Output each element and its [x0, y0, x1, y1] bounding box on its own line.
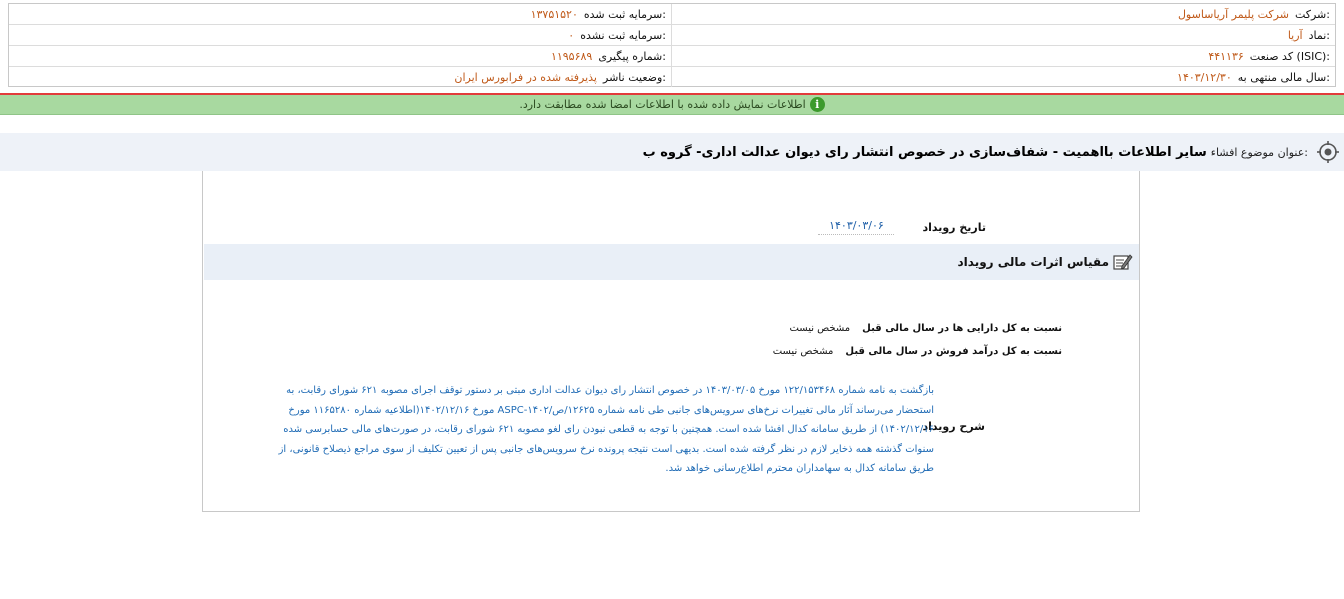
company-label: شرکت: [1294, 7, 1330, 21]
target-icon [1317, 141, 1339, 163]
ratio-revenue-value: مشخص نیست [772, 346, 834, 357]
subject-bar: عنوان موضوع افشاء: سایر اطلاعات بااهمیت … [0, 133, 1344, 171]
registered-capital-label: سرمایه ثبت شده: [583, 7, 666, 21]
tracking-number-label: شماره پیگیری: [598, 49, 666, 63]
fiscal-year-label: سال مالی منتهی به: [1237, 70, 1330, 84]
edit-note-icon [1113, 254, 1133, 270]
info-icon: i [809, 97, 825, 112]
verification-text: اطلاعات نمایش داده شده با اطلاعات امضا ش… [519, 98, 806, 111]
event-date-row: تاریخ رویداد ۱۴۰۳/۰۳/۰۶ [818, 219, 986, 235]
isic-label: کد صنعت (ISIC): [1249, 49, 1330, 63]
event-content-box: تاریخ رویداد ۱۴۰۳/۰۳/۰۶ مقیاس اثرات مالی… [202, 171, 1140, 512]
info-cell-company: شرکت: شرکت پلیمر آریاساسول [671, 4, 1335, 24]
info-cell-isic: کد صنعت (ISIC): ۴۴۱۱۳۶ [671, 46, 1335, 66]
unregistered-capital-value: ۰ [568, 28, 575, 42]
info-cell-registered-capital: سرمایه ثبت شده: ۱۳۷۵۱۵۲۰ [9, 4, 671, 24]
ratio-assets-value: مشخص نیست [789, 323, 851, 334]
info-row-isic: کد صنعت (ISIC): ۴۴۱۱۳۶ شماره پیگیری: ۱۱۹… [9, 46, 1335, 67]
unregistered-capital-label: سرمایه ثبت نشده: [580, 28, 666, 42]
symbol-label: نماد: [1308, 28, 1330, 42]
verification-banner: i اطلاعات نمایش داده شده با اطلاعات امضا… [0, 95, 1344, 115]
publisher-status-value: پذیرفته شده در فرابورس ایران [454, 70, 597, 84]
registered-capital-value: ۱۳۷۵۱۵۲۰ [530, 7, 578, 21]
symbol-value: آریا [1287, 28, 1303, 42]
company-value: شرکت پلیمر آریاساسول [1177, 7, 1289, 21]
section-title: مقیاس اثرات مالی رویداد [957, 255, 1109, 269]
publisher-status-label: وضعیت ناشر: [603, 70, 666, 84]
ratio-assets-label: نسبت به کل دارایی ها در سال مالی قبل [862, 323, 1062, 334]
company-info-table: شرکت: شرکت پلیمر آریاساسول سرمایه ثبت شد… [8, 3, 1336, 87]
event-date-label: تاریخ رویداد [922, 220, 986, 234]
ratio-row-revenue: نسبت به کل درآمد فروش در سال مالی قبل مش… [773, 346, 1062, 357]
info-cell-symbol: نماد: آریا [671, 25, 1335, 45]
subject-title: سایر اطلاعات بااهمیت - شفاف‌سازی در خصوص… [642, 144, 1207, 160]
isic-value: ۴۴۱۱۳۶ [1208, 49, 1244, 63]
info-cell-unregistered-capital: سرمایه ثبت نشده: ۰ [9, 25, 671, 45]
ratio-row-assets: نسبت به کل دارایی ها در سال مالی قبل مشخ… [789, 323, 1062, 334]
info-row-fiscal-year: سال مالی منتهی به: ۱۴۰۳/۱۲/۳۰ وضعیت ناشر… [9, 67, 1335, 88]
description-text: بازگشت به نامه شماره ۱۲۲/۱۵۳۴۶۸ مورخ ۱۴۰… [278, 385, 934, 474]
fiscal-year-value: ۱۴۰۳/۱۲/۳۰ [1177, 70, 1232, 84]
info-cell-tracking-number: شماره پیگیری: ۱۱۹۵۶۸۹ [9, 46, 671, 66]
info-cell-publisher-status: وضعیت ناشر: پذیرفته شده در فرابورس ایران [9, 67, 671, 87]
ratio-revenue-label: نسبت به کل درآمد فروش در سال مالی قبل [845, 346, 1062, 357]
info-row-symbol: نماد: آریا سرمایه ثبت نشده: ۰ [9, 25, 1335, 46]
info-row-company: شرکت: شرکت پلیمر آریاساسول سرمایه ثبت شد… [9, 4, 1335, 25]
subject-label: عنوان موضوع افشاء: [1210, 145, 1308, 159]
tracking-number-value: ۱۱۹۵۶۸۹ [550, 49, 593, 63]
event-date-value: ۱۴۰۳/۰۳/۰۶ [818, 219, 895, 235]
financial-effects-section-header: مقیاس اثرات مالی رویداد [204, 244, 1139, 280]
info-cell-fiscal-year: سال مالی منتهی به: ۱۴۰۳/۱۲/۳۰ [671, 67, 1335, 87]
